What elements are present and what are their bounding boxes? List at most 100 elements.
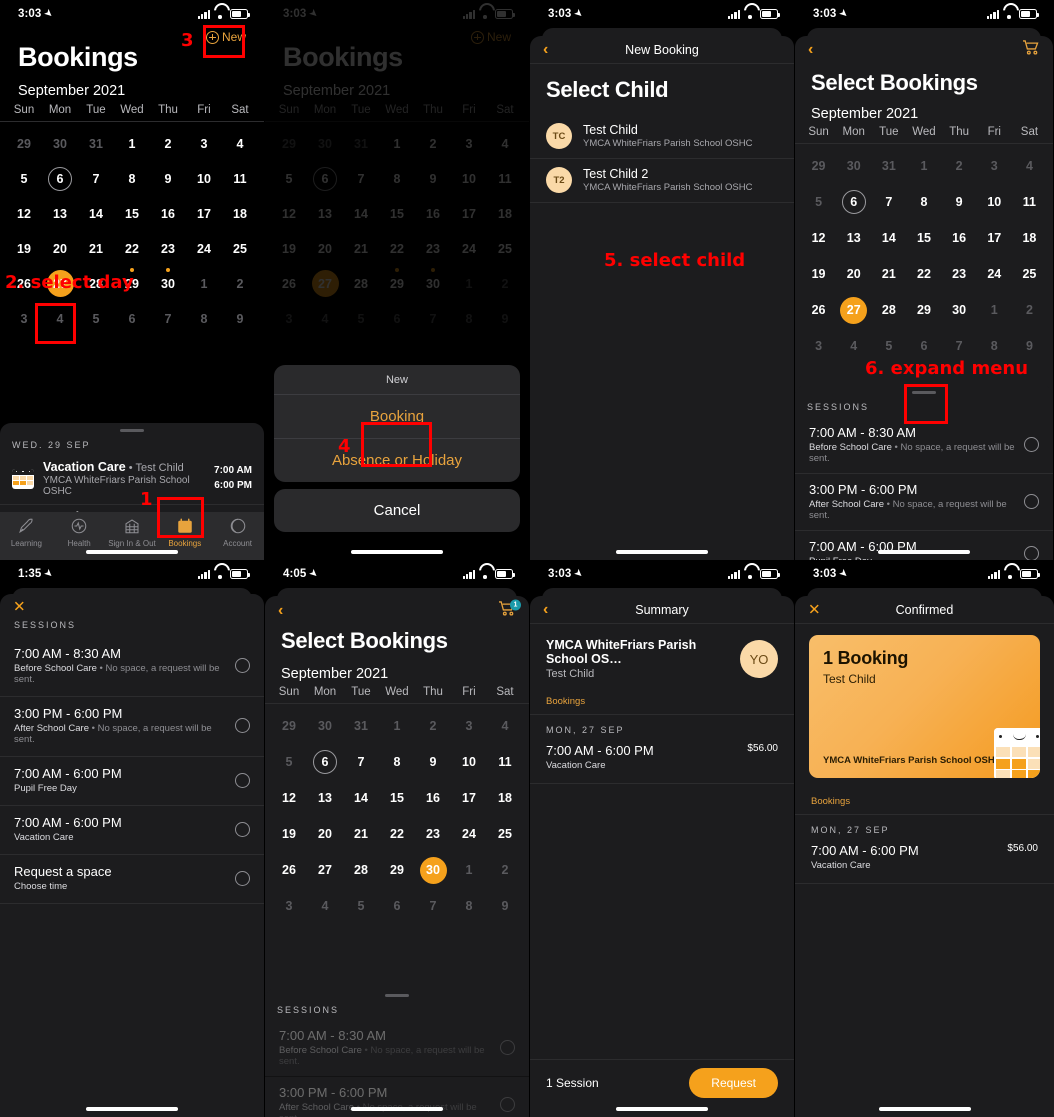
session-radio[interactable]: [1024, 545, 1039, 560]
calendar-day[interactable]: 26: [271, 852, 307, 888]
calendar-day[interactable]: 12: [801, 220, 836, 256]
session-row[interactable]: 7:00 AM - 8:30 AM Before School Care • No…: [795, 417, 1053, 474]
session-radio[interactable]: [1024, 437, 1039, 452]
calendar-day[interactable]: 17: [451, 780, 487, 816]
calendar-day[interactable]: 29: [906, 292, 941, 328]
tab-learning[interactable]: Learning: [0, 517, 53, 548]
session-radio[interactable]: [235, 821, 250, 837]
calendar-day[interactable]: 1: [114, 126, 150, 161]
close-icon[interactable]: ✕: [13, 600, 26, 615]
calendar-day[interactable]: 28: [871, 292, 906, 328]
calendar-day[interactable]: 8: [114, 161, 150, 196]
session-radio[interactable]: [235, 772, 250, 788]
calendar-day[interactable]: 14: [78, 196, 114, 231]
calendar-day[interactable]: 27: [307, 852, 343, 888]
calendar-day[interactable]: 13: [42, 196, 78, 231]
calendar-day[interactable]: 14: [343, 780, 379, 816]
calendar-day[interactable]: 24: [186, 231, 222, 266]
calendar-day[interactable]: 11: [1012, 184, 1047, 220]
calendar-day[interactable]: 19: [6, 231, 42, 266]
calendar-day[interactable]: 23: [942, 256, 977, 292]
calendar-day[interactable]: 12: [271, 780, 307, 816]
calendar-day[interactable]: 10: [451, 744, 487, 780]
calendar-day[interactable]: 24: [977, 256, 1012, 292]
calendar-day[interactable]: 20: [836, 256, 871, 292]
calendar-day[interactable]: 4: [222, 126, 258, 161]
calendar-day[interactable]: 27: [836, 292, 871, 328]
calendar-day[interactable]: 22: [379, 816, 415, 852]
calendar-day[interactable]: 19: [801, 256, 836, 292]
session-row[interactable]: 7:00 AM - 8:30 AM Before School Care • No…: [0, 637, 264, 697]
calendar-day[interactable]: 18: [1012, 220, 1047, 256]
sheet-grabber[interactable]: [120, 429, 144, 432]
booking-row[interactable]: Vacation Care • Test Child YMCA WhiteFria…: [0, 455, 264, 505]
calendar-day[interactable]: 10: [186, 161, 222, 196]
calendar-day[interactable]: 18: [222, 196, 258, 231]
calendar-day[interactable]: 13: [836, 220, 871, 256]
session-radio[interactable]: [235, 870, 250, 886]
summary-session-row[interactable]: 7:00 AM - 6:00 PM Vacation Care $56.00: [530, 743, 794, 784]
calendar-day[interactable]: 16: [942, 220, 977, 256]
calendar-day[interactable]: 25: [1012, 256, 1047, 292]
calendar-day[interactable]: 20: [42, 231, 78, 266]
cancel-button[interactable]: Cancel: [274, 489, 520, 532]
session-row[interactable]: 3:00 PM - 6:00 PM After School Care • No …: [795, 474, 1053, 531]
child-row[interactable]: T2 Test Child 2 YMCA WhiteFriars Parish Sc…: [530, 159, 794, 203]
session-radio[interactable]: [500, 1097, 515, 1112]
calendar-day[interactable]: 30: [942, 292, 977, 328]
calendar-grid[interactable]: 29 30 31 1 2 3 4 5 6 7 8 9 10 11 12 13 14 15 16 17 18 19 20 21 2…: [795, 148, 1053, 364]
calendar-day[interactable]: 15: [906, 220, 941, 256]
calendar-day[interactable]: 7: [871, 184, 906, 220]
session-radio[interactable]: [1024, 494, 1039, 509]
confirmed-session-row[interactable]: 7:00 AM - 6:00 PM Vacation Care $56.00: [795, 843, 1054, 884]
calendar-day[interactable]: 30: [415, 852, 451, 888]
calendar-day[interactable]: 15: [379, 780, 415, 816]
session-radio[interactable]: [235, 718, 250, 733]
session-radio[interactable]: [235, 658, 250, 673]
back-icon[interactable]: ‹: [808, 42, 813, 58]
calendar-day[interactable]: 17: [186, 196, 222, 231]
calendar-day[interactable]: 29: [379, 852, 415, 888]
tab-sign-in-out[interactable]: Sign In & Out: [106, 517, 159, 548]
session-row[interactable]: 7:00 AM - 6:00 PMPupil Free Day: [795, 531, 1053, 560]
session-row[interactable]: Request a space Choose time: [0, 855, 264, 904]
calendar-day[interactable]: 23: [150, 231, 186, 266]
calendar-day[interactable]: 20: [307, 816, 343, 852]
calendar-day[interactable]: 22: [114, 231, 150, 266]
calendar-day[interactable]: 24: [451, 816, 487, 852]
calendar-day[interactable]: 19: [271, 816, 307, 852]
calendar-day[interactable]: 25: [487, 816, 523, 852]
calendar-day[interactable]: 13: [307, 780, 343, 816]
calendar-day[interactable]: 17: [977, 220, 1012, 256]
calendar-day[interactable]: 11: [222, 161, 258, 196]
calendar-day[interactable]: 2: [150, 126, 186, 161]
calendar-day[interactable]: 16: [150, 196, 186, 231]
request-button[interactable]: Request: [689, 1067, 778, 1098]
session-row[interactable]: 7:00 AM - 6:00 PMPupil Free Day: [0, 757, 264, 806]
cart-button[interactable]: 1: [498, 599, 521, 622]
calendar-day[interactable]: 11: [487, 744, 523, 780]
calendar-day[interactable]: 18: [487, 780, 523, 816]
calendar-day[interactable]: 21: [78, 231, 114, 266]
calendar-day[interactable]: 26: [801, 292, 836, 328]
calendar-day[interactable]: 21: [343, 816, 379, 852]
back-icon[interactable]: ‹: [543, 41, 548, 58]
calendar-day[interactable]: 12: [6, 196, 42, 231]
calendar-day[interactable]: 9: [415, 744, 451, 780]
calendar-day[interactable]: 25: [222, 231, 258, 266]
calendar-day[interactable]: 6: [836, 184, 871, 220]
calendar-grid[interactable]: 29 30 31 1 2 3 4 5 6 7 8 9 10 11 12 13 14 15 16 17 18 19 20 21 2…: [265, 708, 529, 924]
calendar-day[interactable]: 28: [343, 852, 379, 888]
calendar-day[interactable]: 3: [186, 126, 222, 161]
calendar-day[interactable]: 15: [114, 196, 150, 231]
calendar-day[interactable]: 9: [150, 161, 186, 196]
calendar-day[interactable]: 7: [343, 744, 379, 780]
calendar-day[interactable]: 21: [871, 256, 906, 292]
session-row[interactable]: 7:00 AM - 6:00 PM Vacation Care: [0, 806, 264, 855]
back-icon[interactable]: ‹: [543, 601, 548, 618]
calendar-day[interactable]: 10: [977, 184, 1012, 220]
calendar-day[interactable]: 5: [6, 161, 42, 196]
calendar-day[interactable]: 9: [942, 184, 977, 220]
session-row[interactable]: 7:00 AM - 8:30 AM Before School Care • No…: [265, 1020, 529, 1077]
calendar-day[interactable]: 16: [415, 780, 451, 816]
